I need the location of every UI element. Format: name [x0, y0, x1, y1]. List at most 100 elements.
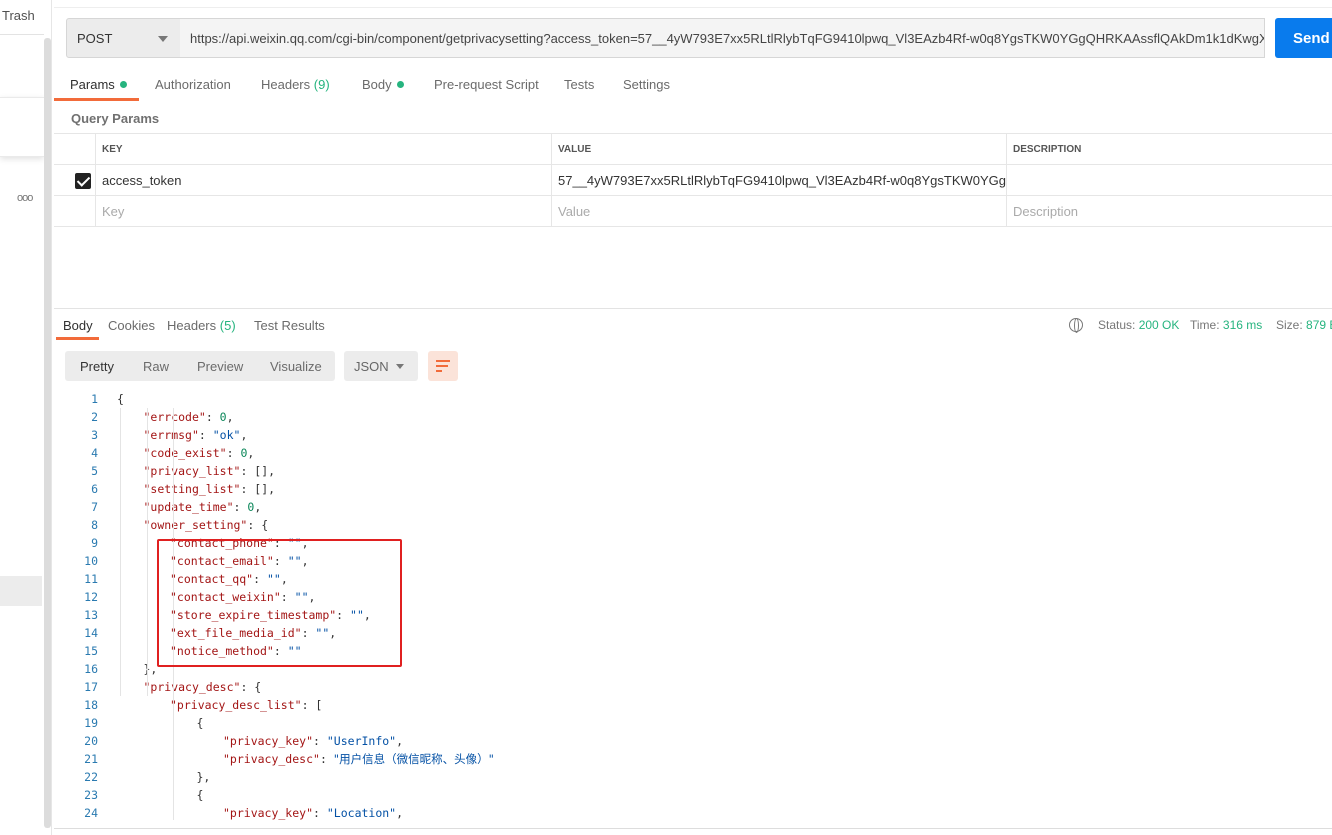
line-number: 19	[84, 716, 98, 730]
pane-divider[interactable]	[54, 308, 1332, 309]
tab-headers[interactable]: Headers (9)	[261, 77, 330, 92]
line-number: 9	[91, 536, 98, 550]
format-preview[interactable]: Preview	[197, 359, 243, 374]
status-value: 200 OK	[1138, 318, 1180, 332]
line-number: 21	[84, 752, 98, 766]
active-response-tab-indicator	[56, 337, 99, 340]
param-value-cell[interactable]: 57__4yW793E7xx5RLtlRlybTqFG9410lpwq_Vl3E…	[551, 165, 1006, 195]
tab-label: Body	[362, 77, 392, 92]
line-number: 5	[91, 464, 98, 478]
tab-settings[interactable]: Settings	[623, 77, 670, 92]
response-tab-cookies[interactable]: Cookies	[108, 318, 155, 333]
sidebar-divider	[0, 34, 44, 35]
size-info: Size: 879 B	[1276, 318, 1332, 332]
chevron-down-icon	[158, 36, 168, 42]
status-info: Status: 200 OK	[1098, 318, 1179, 332]
footer-divider	[54, 828, 1332, 829]
line-number: 12	[84, 590, 98, 604]
request-tabs: Params Authorization Headers (9) Body Pr…	[54, 72, 1332, 102]
key-input[interactable]: Key	[95, 196, 551, 226]
response-tab-body[interactable]: Body	[63, 318, 93, 333]
line-number: 20	[84, 734, 98, 748]
response-tab-test-results[interactable]: Test Results	[254, 318, 325, 333]
line-content: "privacy_key": "UserInfo",	[223, 734, 404, 748]
sidebar-selected-item[interactable]	[0, 576, 42, 606]
send-button[interactable]: Send	[1275, 18, 1332, 58]
line-number: 13	[84, 608, 98, 622]
line-content: },	[196, 770, 211, 784]
active-tab-indicator	[54, 98, 139, 101]
more-options-icon[interactable]: ooo	[17, 192, 33, 204]
query-params-title: Query Params	[71, 111, 160, 126]
value-input[interactable]: Value	[551, 196, 1006, 226]
tab-count: (5)	[219, 318, 236, 333]
tab-pre-request-script[interactable]: Pre-request Script	[434, 77, 539, 92]
line-content: "update_time": 0,	[143, 500, 262, 514]
description-input[interactable]: Description	[1006, 196, 1332, 226]
format-pretty[interactable]: Pretty	[80, 359, 114, 374]
sidebar-scrollbar[interactable]	[44, 38, 51, 828]
params-dot-icon	[119, 81, 127, 88]
tab-label: Authorization	[155, 77, 231, 92]
format-tabs: Pretty Raw Preview Visualize	[65, 351, 335, 381]
line-content: "privacy_list": [],	[143, 464, 276, 478]
line-number: 16	[84, 662, 98, 676]
tab-label: Params	[70, 77, 115, 92]
tab-label: Cookies	[108, 318, 155, 333]
size-value: 879 B	[1306, 318, 1332, 332]
line-content: "errmsg": "ok",	[143, 428, 248, 442]
line-content: "setting_list": [],	[143, 482, 276, 496]
indent-guide	[120, 408, 121, 696]
table-header: KEY VALUE DESCRIPTION	[54, 133, 1332, 165]
tab-body[interactable]: Body	[362, 77, 404, 92]
line-number: 18	[84, 698, 98, 712]
line-content: "privacy_desc": "用户信息（微信昵称、头像）"	[223, 752, 494, 766]
line-number: 11	[84, 572, 98, 586]
line-number: 8	[91, 518, 98, 532]
body-dot-icon	[396, 81, 404, 88]
table-row: access_token 57__4yW793E7xx5RLtlRlybTqFG…	[54, 165, 1332, 196]
tab-label: Headers	[167, 318, 217, 333]
param-description-cell[interactable]	[1006, 165, 1332, 195]
tab-authorization[interactable]: Authorization	[155, 77, 231, 92]
method-select[interactable]: POST	[66, 18, 181, 58]
line-number: 10	[84, 554, 98, 568]
trash-link[interactable]: Trash	[2, 8, 35, 23]
url-input[interactable]: https://api.weixin.qq.com/cgi-bin/compon…	[180, 18, 1265, 58]
wrap-lines-icon[interactable]	[428, 351, 458, 381]
column-header-description: DESCRIPTION	[1006, 134, 1332, 164]
tab-label: Pre-request Script	[434, 77, 539, 92]
time-info: Time: 316 ms	[1190, 318, 1262, 332]
line-number: 3	[91, 428, 98, 442]
response-tab-headers[interactable]: Headers (5)	[167, 318, 236, 333]
indent-guide	[146, 408, 148, 696]
line-number: 2	[91, 410, 98, 424]
language-label: JSON	[354, 359, 389, 374]
method-label: POST	[77, 30, 113, 46]
line-content: "owner_setting": {	[143, 518, 269, 532]
highlight-box	[157, 539, 402, 667]
line-content: "privacy_desc_list": [	[170, 698, 323, 712]
line-content: {	[196, 788, 204, 802]
line-number: 17	[84, 680, 98, 694]
format-raw[interactable]: Raw	[143, 359, 169, 374]
param-key-cell[interactable]: access_token	[95, 165, 551, 195]
format-visualize[interactable]: Visualize	[270, 359, 322, 374]
tab-params[interactable]: Params	[70, 77, 127, 92]
collections-sidebar: Trash ooo	[0, 0, 52, 835]
language-select[interactable]: JSON	[344, 351, 418, 381]
line-content: {	[117, 392, 124, 406]
line-content: "code_exist": 0,	[143, 446, 255, 460]
line-number: 15	[84, 644, 98, 658]
tab-label: Test Results	[254, 318, 325, 333]
tab-strip	[54, 0, 1332, 8]
tab-tests[interactable]: Tests	[564, 77, 594, 92]
column-header-value: VALUE	[551, 134, 1006, 164]
size-label: Size:	[1276, 318, 1303, 332]
sidebar-card[interactable]	[0, 97, 44, 157]
line-content: {	[196, 716, 204, 730]
line-content: "privacy_desc": {	[143, 680, 262, 694]
globe-icon[interactable]	[1069, 318, 1083, 333]
line-number: 24	[84, 806, 98, 820]
param-enabled-checkbox[interactable]	[75, 173, 91, 189]
